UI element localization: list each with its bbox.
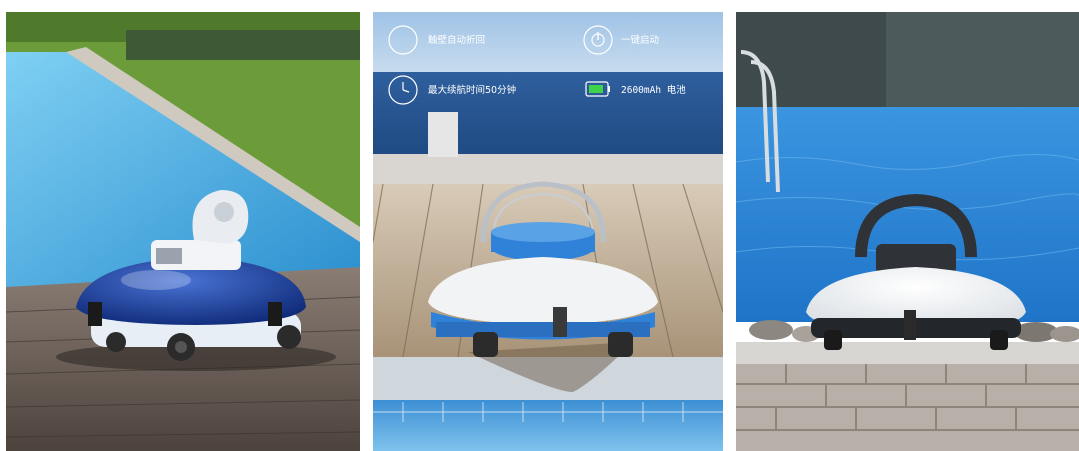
- photo-2-scene: 触壁自动折回 一键启动 最大续航时间50分钟 2600mAh 电池: [373, 12, 723, 451]
- feature-label: 最大续航时间50分钟: [428, 84, 516, 96]
- product-photo-2: 触壁自动折回 一键启动 最大续航时间50分钟 2600mAh 电池: [373, 12, 723, 451]
- product-photo-1: [6, 12, 360, 451]
- product-photo-3: [736, 12, 1079, 451]
- feature-label: 2600mAh 电池: [621, 84, 686, 96]
- photo-1-scene: [6, 12, 360, 451]
- feature-label: 触壁自动折回: [428, 34, 485, 46]
- photo-3-scene: [736, 12, 1079, 451]
- feature-label: 一键启动: [621, 34, 659, 46]
